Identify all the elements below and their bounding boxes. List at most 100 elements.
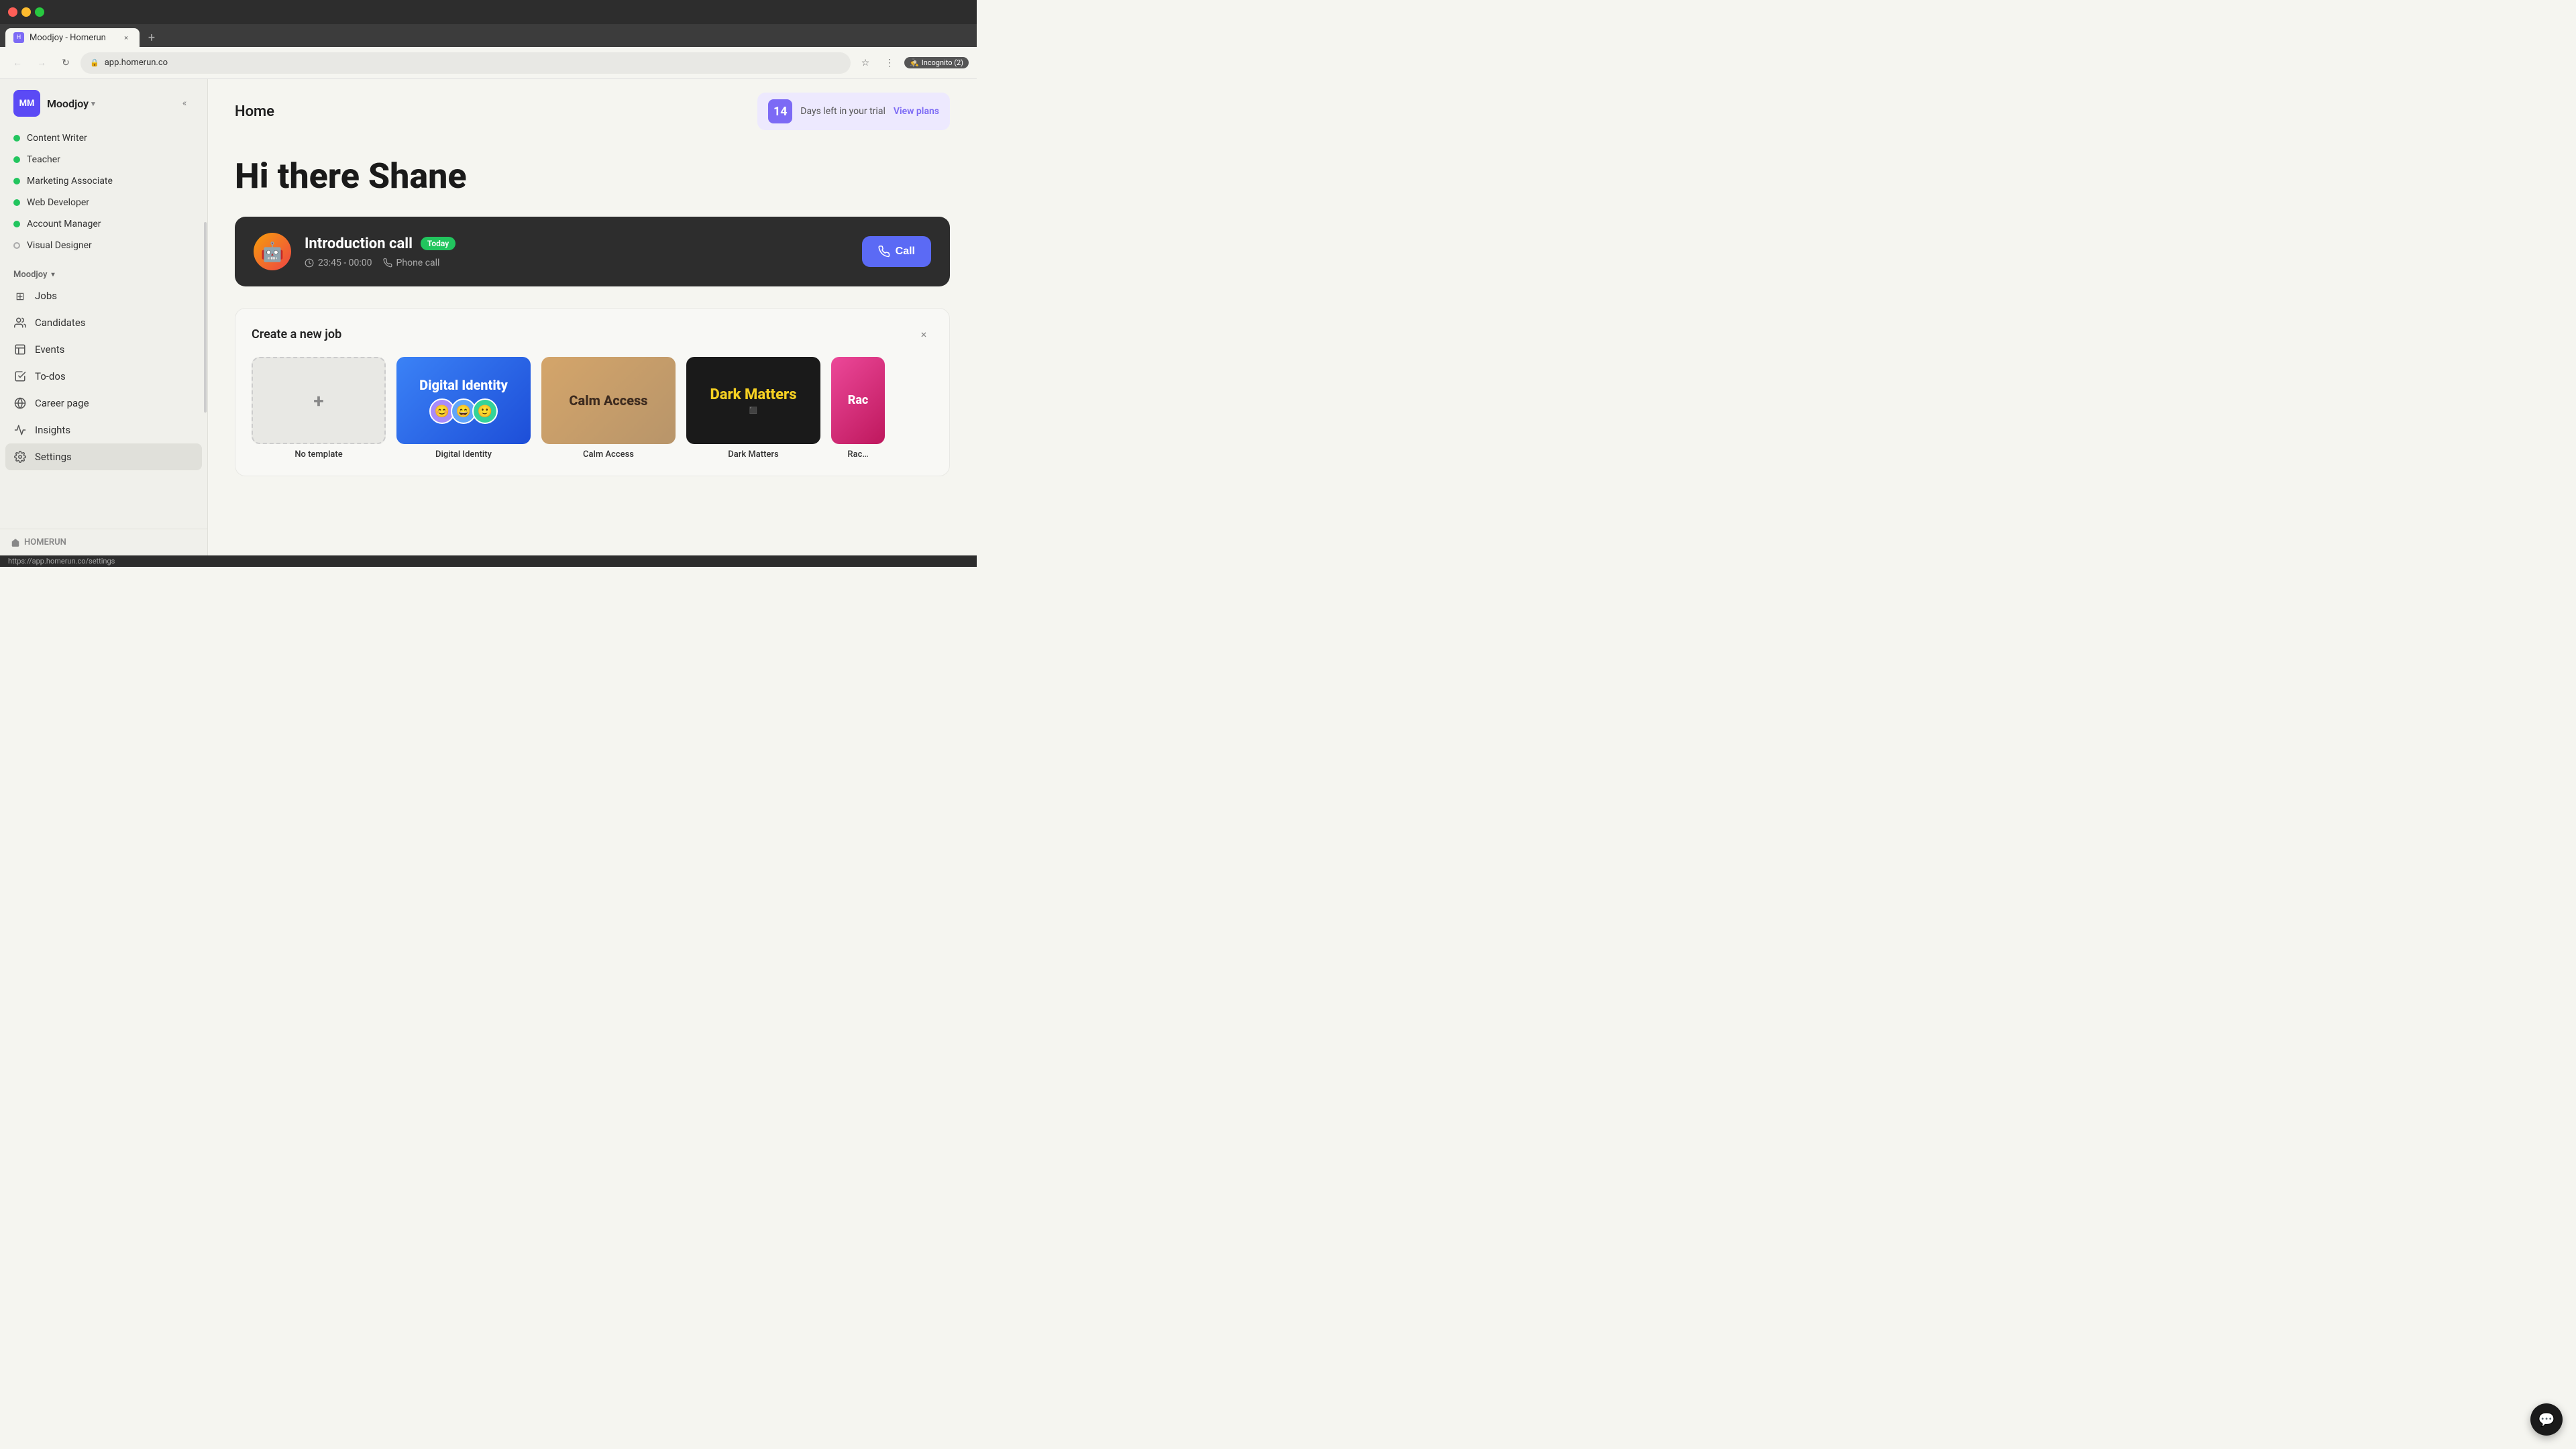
sidebar-item-settings[interactable]: Settings [5,443,202,470]
reload-button[interactable]: ↻ [56,54,75,72]
maximize-window-button[interactable]: + [35,7,44,17]
sidebar-scroll-area: Content Writer Teacher Marketing Associa… [0,127,207,529]
app-container: MM Moodjoy ▾ « Content Writer Teacher [0,79,977,555]
sidebar-item-todos[interactable]: To-dos [5,363,202,390]
job-title-label: Marketing Associate [27,176,113,186]
job-list: Content Writer Teacher Marketing Associa… [0,127,207,256]
template-image-dark-matters: Dark Matters ⬛ [686,357,820,444]
interview-avatar: 🤖 [254,233,291,270]
sidebar-scrollbar-thumb[interactable] [204,222,207,413]
templates-grid: + No template Digital Identity 😊 😄 [252,357,933,460]
sidebar-item-candidates[interactable]: Candidates [5,309,202,336]
main-body: Hi there Shane 🤖 Introduction call Today [208,144,977,555]
create-job-title: Create a new job [252,327,341,341]
trial-days-number: 14 [768,99,792,123]
template-race[interactable]: Rac Rac… [831,357,885,460]
interview-title: Introduction call [305,235,413,252]
new-tab-button[interactable]: + [142,28,161,47]
bookmark-button[interactable]: ☆ [856,54,875,72]
candidates-icon [13,316,27,329]
brand-name: Moodjoy [47,97,89,110]
sidebar-item-content-writer[interactable]: Content Writer [5,127,202,149]
template-dark-matters[interactable]: Dark Matters ⬛ Dark Matters [686,357,820,460]
call-icon [878,246,890,258]
active-tab[interactable]: H Moodjoy - Homerun × [5,28,140,47]
section-chevron-icon: ▾ [51,271,54,278]
template-title: Calm Access [569,392,647,409]
template-image-empty: + [252,357,386,444]
tab-close-button[interactable]: × [121,32,131,43]
greeting-text: Hi there Shane [235,157,950,195]
job-status-dot [13,135,20,142]
address-bar[interactable]: 🔒 app.homerun.co [80,52,851,74]
trial-text: Days left in your trial [800,106,885,117]
interview-type: Phone call [383,258,440,268]
status-url: https://app.homerun.co/settings [8,557,115,566]
sidebar-item-web-developer[interactable]: Web Developer [5,192,202,213]
incognito-label: Incognito (2) [922,58,963,67]
sidebar-item-career-page[interactable]: Career page [5,390,202,417]
call-button[interactable]: Call [862,236,931,267]
template-no-template[interactable]: + No template [252,357,386,460]
job-status-dot-inactive [13,242,20,249]
job-title-label: Visual Designer [27,240,92,251]
sidebar-item-insights[interactable]: Insights [5,417,202,443]
sidebar: MM Moodjoy ▾ « Content Writer Teacher [0,79,208,555]
template-image-race: Rac [831,357,885,444]
nav-label: To-dos [35,370,66,382]
job-status-dot [13,221,20,227]
section-label-text: Moodjoy [13,270,47,280]
chat-bubble-button[interactable]: 💬 [2530,1403,2563,1436]
create-job-close-button[interactable]: × [914,325,933,343]
jobs-icon: ⊞ [13,289,27,303]
lock-icon: 🔒 [90,58,99,67]
sidebar-item-teacher[interactable]: Teacher [5,149,202,170]
job-title-label: Account Manager [27,219,101,229]
template-label: Calm Access [541,449,676,460]
job-title-label: Content Writer [27,133,87,144]
template-calm-access[interactable]: Calm Access Calm Access [541,357,676,460]
template-digital-identity[interactable]: Digital Identity 😊 😄 🙂 Digital Identity [396,357,531,460]
nav-label: Insights [35,424,70,436]
page-title: Home [235,103,274,120]
sidebar-item-marketing-associate[interactable]: Marketing Associate [5,170,202,192]
job-status-dot [13,199,20,206]
sidebar-item-visual-designer[interactable]: Visual Designer [5,235,202,256]
window-buttons[interactable]: × – + [8,7,44,17]
sidebar-brand-button[interactable]: Moodjoy ▾ [47,97,95,110]
today-badge: Today [421,237,455,250]
interview-meta: 23:45 - 00:00 Phone call [305,258,849,268]
view-plans-link[interactable]: View plans [894,106,939,117]
job-title-label: Teacher [27,154,60,165]
template-title: Rac [848,393,869,408]
back-button[interactable]: ← [8,54,27,72]
main-header: Home 14 Days left in your trial View pla… [208,79,977,144]
trial-banner: 14 Days left in your trial View plans [757,93,950,130]
job-status-dot [13,156,20,163]
nav-label: Candidates [35,317,86,329]
sidebar-logo: MM [13,90,40,117]
sidebar-section-moodjoy: Moodjoy ▾ [0,264,207,282]
sidebar-footer: HOMERUN [0,529,207,555]
brand-chevron-icon: ▾ [91,99,95,108]
sidebar-item-events[interactable]: Events [5,336,202,363]
interview-card: 🤖 Introduction call Today 23:45 - 00:00 [235,217,950,286]
sidebar-item-account-manager[interactable]: Account Manager [5,213,202,235]
incognito-badge: 🕵 Incognito (2) [904,57,969,68]
tab-title: Moodjoy - Homerun [30,33,106,43]
close-window-button[interactable]: × [8,7,17,17]
template-image-calm-access: Calm Access [541,357,676,444]
sidebar-item-jobs[interactable]: ⊞ Jobs [5,282,202,309]
nav-label: Career page [35,397,89,409]
sidebar-collapse-button[interactable]: « [175,94,194,113]
minimize-window-button[interactable]: – [21,7,31,17]
homerun-logo: HOMERUN [11,537,197,547]
sidebar-scrollbar[interactable] [203,79,207,555]
events-icon [13,343,27,356]
template-subtitle: ⬛ [749,407,757,415]
phone-icon [383,258,392,268]
template-label: No template [252,449,386,460]
forward-button[interactable]: → [32,54,51,72]
call-button-label: Call [896,246,915,258]
browser-menu-button[interactable]: ⋮ [880,54,899,72]
